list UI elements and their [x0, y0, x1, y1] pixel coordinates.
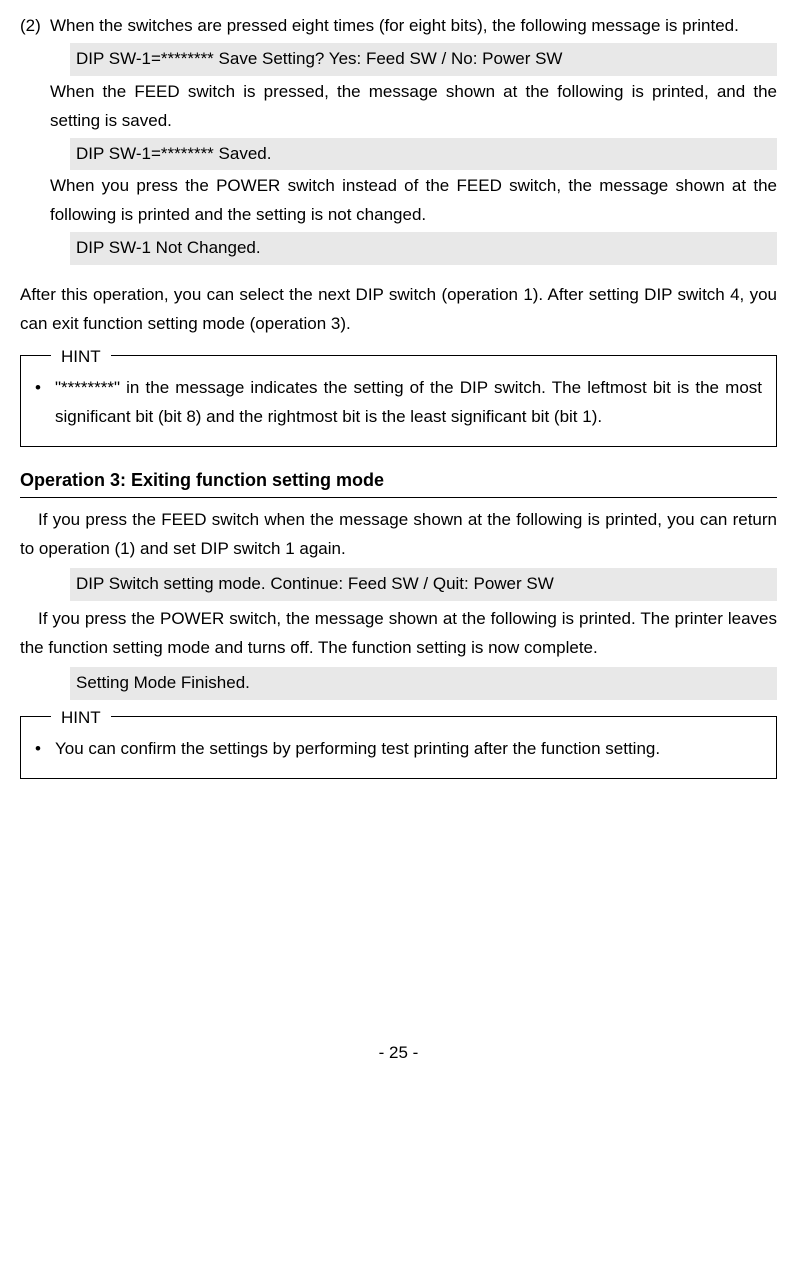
hint-box-1: HINT • "********" in the message indicat…: [20, 355, 777, 447]
page-number: - 25 -: [20, 1039, 777, 1068]
hint-label-2: HINT: [51, 704, 111, 733]
bullet-icon: •: [35, 735, 55, 764]
message-box-continue-quit: DIP Switch setting mode. Continue: Feed …: [70, 568, 777, 601]
message-box-finished: Setting Mode Finished.: [70, 667, 777, 700]
after-operation-para: After this operation, you can select the…: [20, 281, 777, 339]
hint-box-2: HINT • You can confirm the settings by p…: [20, 716, 777, 779]
step-2-para-feed: When the FEED switch is pressed, the mes…: [50, 78, 777, 136]
step-2-item: (2) When the switches are pressed eight …: [20, 12, 777, 41]
message-box-saved: DIP SW-1=******** Saved.: [70, 138, 777, 171]
hint-label-1: HINT: [51, 343, 111, 372]
hint-1-text: "********" in the message indicates the …: [55, 374, 762, 432]
message-box-save-setting: DIP SW-1=******** Save Setting? Yes: Fee…: [70, 43, 777, 76]
step-2-para-power: When you press the POWER switch instead …: [50, 172, 777, 230]
bullet-icon: •: [35, 374, 55, 432]
step-2-number: (2): [20, 12, 50, 41]
hint-2-text: You can confirm the settings by performi…: [55, 735, 762, 764]
step-2-intro: When the switches are pressed eight time…: [50, 12, 777, 41]
message-box-not-changed: DIP SW-1 Not Changed.: [70, 232, 777, 265]
operation-3-heading: Operation 3: Exiting function setting mo…: [20, 465, 777, 499]
op3-para-2: If you press the POWER switch, the messa…: [20, 605, 777, 663]
op3-para-1: If you press the FEED switch when the me…: [20, 506, 777, 564]
